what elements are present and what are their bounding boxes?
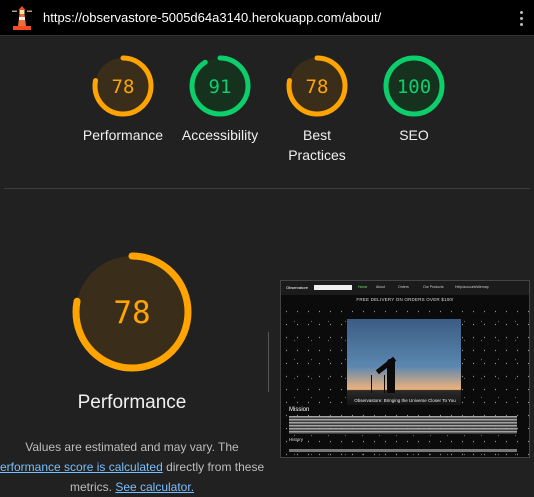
gauge-ring: 91 xyxy=(189,55,251,117)
gauge-ring: 78 xyxy=(92,55,154,117)
thumbnail-brand: Observatore xyxy=(286,285,309,290)
thumbnail-nav-link: Our Products xyxy=(423,285,444,289)
performance-gauge-large: 78 Performance xyxy=(0,250,264,414)
page-url: https://observastore-5005d64a3140.heroku… xyxy=(43,10,382,25)
thumbnail-mission-heading: Mission xyxy=(289,407,310,413)
thumbnail-promo: FREE DELIVERY ON ORDERS OVER $100! xyxy=(356,297,454,302)
section-divider xyxy=(4,188,530,189)
lighthouse-icon xyxy=(12,6,32,30)
gauge-label: Best Practices xyxy=(288,127,346,163)
kebab-menu-icon[interactable] xyxy=(518,11,524,27)
thumbnail-hero-caption: Observastore: Bringing the Universe Clos… xyxy=(354,398,456,403)
gauge-label: SEO xyxy=(399,127,429,143)
gauge-label: Accessibility xyxy=(181,127,259,143)
gauge-performance[interactable]: 78 Performance xyxy=(78,54,168,145)
gauge-label: Performance xyxy=(82,127,164,143)
thumbnail-paragraph xyxy=(289,449,517,452)
url-bar: https://observastore-5005d64a3140.heroku… xyxy=(0,0,534,36)
person-silhouette xyxy=(387,359,395,393)
performance-note: Values are estimated and may vary. The e… xyxy=(0,437,264,497)
thumbnail-nav-link: Help/account/sitemap xyxy=(455,285,489,289)
thumbnail-paragraph xyxy=(289,416,517,434)
gauge-ring: 100 xyxy=(383,55,445,117)
thumbnail-nav-link: Orders xyxy=(398,285,409,289)
note-text: metrics. xyxy=(69,480,112,494)
scrollbar-track[interactable] xyxy=(268,332,269,392)
performance-gauge-ring: 78 xyxy=(72,252,192,372)
tripod-silhouette xyxy=(371,375,385,393)
note-text: Values are estimated and may vary. The xyxy=(25,440,239,454)
gauge-best-practices[interactable]: 78 Best Practices xyxy=(272,54,362,165)
performance-title: Performance xyxy=(77,392,187,413)
thumbnail-navbar: Observatore Home About Orders Our Produc… xyxy=(281,281,529,295)
thumbnail-nav-link: About xyxy=(376,285,386,289)
thumbnail-history-heading: History xyxy=(289,437,304,442)
thumbnail-search xyxy=(314,285,352,290)
performance-score: 78 xyxy=(113,295,150,331)
gauge-seo[interactable]: 100 SEO xyxy=(369,54,459,145)
gauge-score: 78 xyxy=(112,76,135,98)
gauge-ring: 78 xyxy=(286,55,348,117)
thumbnail-hero-image xyxy=(347,319,461,405)
thumbnail-nav-link: Home xyxy=(358,285,368,289)
gauge-score: 100 xyxy=(397,76,431,98)
page-screenshot-thumbnail[interactable]: Observatore Home About Orders Our Produc… xyxy=(280,280,530,458)
note-text: directly from these xyxy=(166,460,265,474)
score-calculation-link[interactable]: erformance score is calculated xyxy=(0,460,163,474)
see-calculator-link[interactable]: See calculator. xyxy=(115,480,194,494)
gauge-score: 78 xyxy=(306,76,329,98)
gauge-accessibility[interactable]: 91 Accessibility xyxy=(175,54,265,145)
score-summary: 78 Performance 91 Accessibility 78 Best … xyxy=(0,36,534,188)
gauge-score: 91 xyxy=(209,76,232,98)
